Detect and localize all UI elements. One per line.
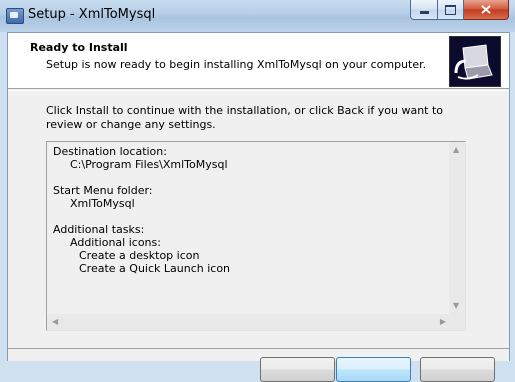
- header-divider: [8, 90, 509, 91]
- memo-content: Destination location: C:\Program Files\Xm…: [53, 145, 230, 275]
- scroll-up-icon[interactable]: ▲: [453, 146, 459, 154]
- instructions-text: Click Install to continue with the insta…: [46, 104, 444, 131]
- ready-memo[interactable]: Destination location: C:\Program Files\Xm…: [46, 141, 466, 331]
- close-icon: [481, 5, 491, 14]
- page-subtitle: Setup is now ready to begin installing X…: [46, 58, 427, 71]
- minimize-icon: [419, 11, 429, 14]
- task-desktop-icon: Create a desktop icon: [79, 249, 200, 262]
- caption-buttons: [410, 0, 509, 20]
- title-bar[interactable]: Setup - XmlToMysql: [0, 0, 515, 32]
- scroll-down-icon[interactable]: ▼: [453, 302, 459, 310]
- close-button[interactable]: [464, 0, 509, 20]
- start-menu-value: XmlToMysql: [70, 197, 135, 210]
- start-menu-label: Start Menu folder:: [53, 184, 153, 197]
- install-button[interactable]: [336, 357, 411, 382]
- back-button[interactable]: [260, 357, 335, 382]
- wizard-window: Ready to Install Setup is now ready to b…: [7, 32, 510, 382]
- scroll-right-icon[interactable]: ▶: [440, 318, 446, 326]
- scrollbar-corner: [449, 314, 465, 330]
- horizontal-scrollbar[interactable]: ◀ ▶: [47, 314, 449, 330]
- page-title: Ready to Install: [30, 41, 128, 54]
- task-quick-launch-icon: Create a Quick Launch icon: [79, 262, 231, 275]
- destination-label: Destination location:: [53, 145, 167, 158]
- maximize-button[interactable]: [438, 0, 464, 20]
- maximize-icon: [445, 4, 456, 15]
- cancel-button[interactable]: [420, 357, 495, 382]
- footer-divider: [8, 348, 509, 349]
- window-title: Setup - XmlToMysql: [28, 7, 156, 22]
- destination-value: C:\Program Files\XmlToMysql: [70, 158, 228, 171]
- tasks-label: Additional tasks:: [53, 223, 145, 236]
- wizard-header: Ready to Install Setup is now ready to b…: [8, 33, 509, 89]
- tasks-group: Additional icons:: [70, 236, 161, 249]
- vertical-scrollbar[interactable]: ▲ ▼: [449, 142, 465, 314]
- minimize-button[interactable]: [410, 0, 438, 20]
- installer-box-icon: [449, 36, 501, 87]
- scroll-left-icon[interactable]: ◀: [52, 318, 58, 326]
- setup-app-icon: [6, 8, 24, 24]
